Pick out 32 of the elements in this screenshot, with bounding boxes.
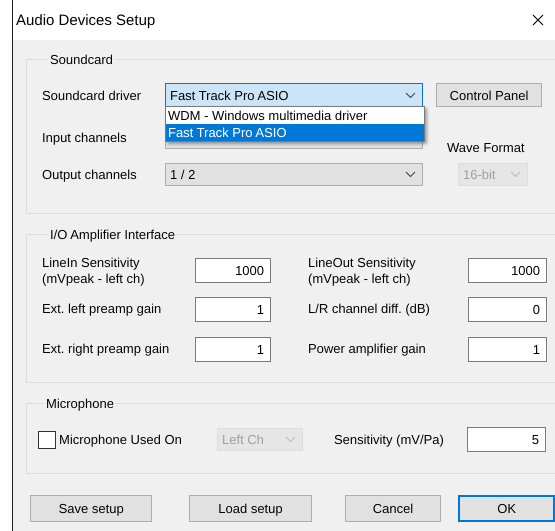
field-label: Ext. left preamp gain (42, 301, 162, 317)
field-label: Input channels (42, 130, 128, 144)
input-field[interactable]: 1 (195, 296, 271, 322)
input-field[interactable]: 0 (468, 296, 547, 322)
group-title: Soundcard (49, 52, 114, 67)
field-label: Soundcard driver (42, 88, 142, 102)
input-field[interactable]: 1000 (195, 258, 271, 283)
input-field[interactable]: 1000 (468, 258, 547, 283)
dialog-button[interactable]: Cancel (344, 495, 442, 522)
field-label: Power amplifier gain (308, 341, 427, 357)
field-label: Output channels (42, 167, 138, 182)
field-label: Wave Format (447, 140, 525, 155)
control-panel-button[interactable]: Control Panel (436, 83, 542, 107)
input-field[interactable]: 1 (195, 336, 271, 362)
field-label: Ext. right preamp gain (42, 341, 170, 357)
field-label: LineIn Sensitivity (mVpeak - left ch) (42, 254, 146, 286)
dialog-button[interactable]: Save setup (30, 495, 152, 522)
dropdown-option[interactable]: Fast Track Pro ASIO (166, 124, 424, 141)
input-field[interactable]: 1 (468, 336, 547, 362)
field-label: Sensitivity (mV/Pa) (334, 432, 445, 447)
driver-dropdown[interactable]: Fast Track Pro ASIO (165, 83, 423, 107)
dropdown-option[interactable]: WDM - Windows multimedia driver (166, 107, 424, 124)
checkbox-label: Microphone Used On (59, 432, 183, 447)
dialog-button[interactable]: OK (458, 495, 555, 522)
input-field[interactable]: 5 (467, 427, 546, 452)
window-title: Audio Devices Setup (16, 12, 156, 28)
group-title: Microphone (45, 396, 115, 411)
dialog-button[interactable]: Load setup (189, 495, 312, 522)
channel-dropdown[interactable]: 1 / 2 (165, 163, 423, 186)
field-label: LineOut Sensitivity (mVpeak - left ch) (308, 254, 417, 286)
field-label: L/R channel diff. (dB) (308, 301, 431, 317)
group-title: I/O Amplifier Interface (49, 227, 176, 242)
